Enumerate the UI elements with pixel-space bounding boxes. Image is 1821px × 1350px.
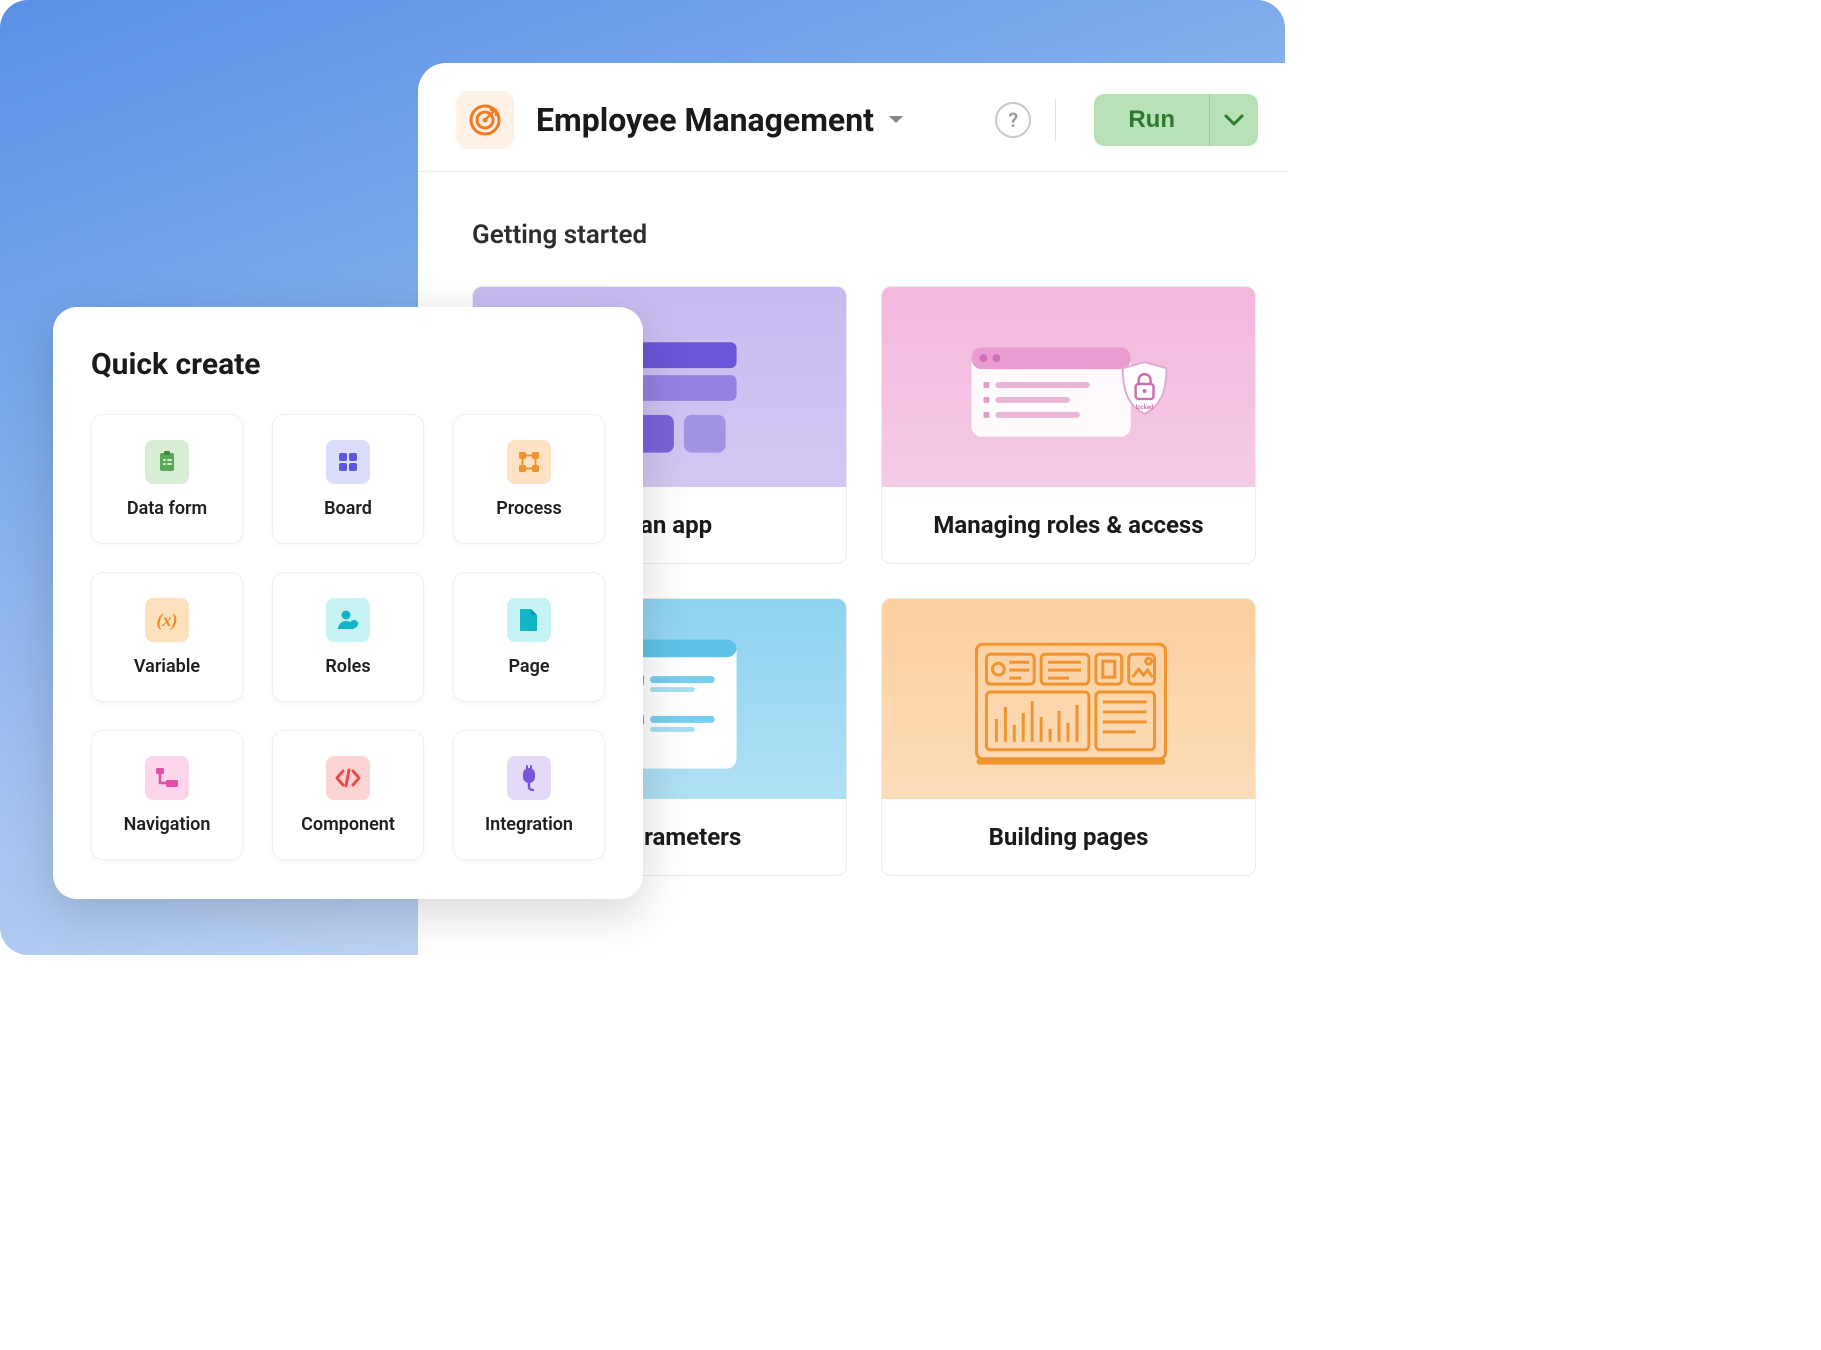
- clipboard-icon: [145, 440, 189, 484]
- roles-illustration-icon: locked: [882, 287, 1255, 487]
- plug-icon: [507, 756, 551, 800]
- app-title: Employee Management: [536, 101, 874, 139]
- target-icon: [468, 103, 502, 137]
- question-icon: ?: [1008, 108, 1018, 132]
- card-managing-roles[interactable]: locked Managing roles & access: [881, 286, 1256, 564]
- header: Employee Management ? Run: [418, 63, 1288, 172]
- card-title: Building pages: [882, 799, 1255, 875]
- grid-icon: [326, 440, 370, 484]
- caret-down-icon: [888, 115, 904, 125]
- roles-icon: [326, 598, 370, 642]
- app-title-dropdown[interactable]: Employee Management: [536, 101, 904, 139]
- run-button-group: Run: [1094, 94, 1258, 146]
- card-hero: locked: [882, 287, 1255, 487]
- quick-create-label: Navigation: [124, 814, 211, 835]
- quick-create-label: Process: [496, 498, 562, 519]
- quick-create-label: Page: [508, 656, 549, 677]
- quick-create-variable[interactable]: (x) Variable: [91, 572, 243, 702]
- quick-create-data-form[interactable]: Data form: [91, 414, 243, 544]
- quick-create-board[interactable]: Board: [272, 414, 424, 544]
- help-button[interactable]: ?: [995, 102, 1031, 138]
- card-hero: [882, 599, 1255, 799]
- svg-text:locked: locked: [1136, 404, 1154, 411]
- quick-create-label: Data form: [127, 498, 207, 519]
- run-dropdown-button[interactable]: [1209, 94, 1258, 146]
- navigation-icon: [145, 756, 189, 800]
- variable-icon: (x): [145, 598, 189, 642]
- quick-create-label: Variable: [134, 656, 200, 677]
- quick-create-label: Board: [324, 498, 372, 519]
- quick-create-process[interactable]: Process: [453, 414, 605, 544]
- chevron-down-icon: [1224, 114, 1244, 126]
- quick-create-roles[interactable]: Roles: [272, 572, 424, 702]
- quick-create-label: Roles: [325, 656, 370, 677]
- svg-text:(x): (x): [157, 610, 178, 631]
- quick-create-navigation[interactable]: Navigation: [91, 730, 243, 860]
- code-icon: [326, 756, 370, 800]
- quick-create-grid: Data form Board: [91, 414, 605, 860]
- quick-create-label: Component: [301, 814, 395, 835]
- flow-icon: [507, 440, 551, 484]
- getting-started-title: Getting started: [418, 172, 1288, 250]
- quick-create-panel: Quick create Data form: [53, 307, 643, 899]
- header-divider: [1055, 98, 1056, 142]
- quick-create-page[interactable]: Page: [453, 572, 605, 702]
- quick-create-component[interactable]: Component: [272, 730, 424, 860]
- quick-create-label: Integration: [485, 814, 573, 835]
- quick-create-integration[interactable]: Integration: [453, 730, 605, 860]
- page-icon: [507, 598, 551, 642]
- card-title: Managing roles & access: [882, 487, 1255, 563]
- run-button[interactable]: Run: [1094, 94, 1209, 146]
- quick-create-title: Quick create: [91, 347, 605, 382]
- pages-illustration-icon: [882, 599, 1255, 799]
- app-logo[interactable]: [456, 91, 514, 149]
- card-building-pages[interactable]: Building pages: [881, 598, 1256, 876]
